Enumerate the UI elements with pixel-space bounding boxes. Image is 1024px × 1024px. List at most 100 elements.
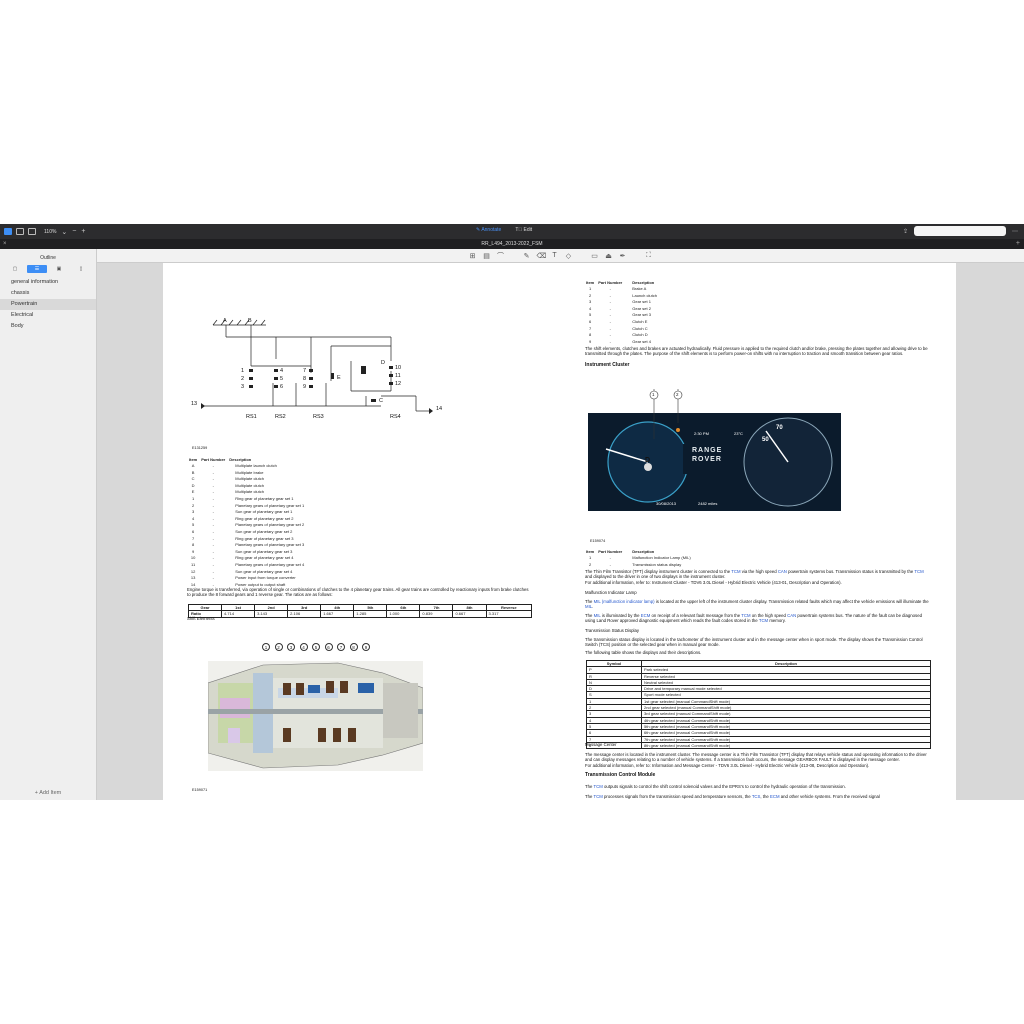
zoom-in-button[interactable]: + [81, 228, 85, 235]
table-cell: Clutch D [632, 332, 648, 338]
table-cell: - [212, 515, 214, 521]
table-cell: 8 [589, 332, 592, 338]
can-link[interactable]: CAN [778, 569, 787, 574]
sidebar-toggle-icon[interactable] [4, 228, 12, 235]
brand-line-2: ROVER [692, 456, 722, 463]
table-cell: 2 [589, 292, 592, 298]
table-cell: 2 [192, 502, 195, 508]
table-cell: - [609, 299, 611, 305]
mil-link[interactable]: MIL (malfunction indicator lamp) [594, 599, 655, 604]
table-row: 3 - Sun gear of planetary gear set 1 [187, 509, 306, 516]
callout-marker: 3 [287, 643, 295, 651]
table-row: 7 - Clutch C [584, 326, 659, 333]
tsd-paragraph: The transmission status display is locat… [585, 637, 923, 648]
table-cell: 13 [190, 575, 196, 581]
grid-view-icon[interactable] [16, 228, 24, 235]
thumbnails-tab-icon[interactable]: ▢ [5, 265, 25, 273]
table-cell: 0.667 [452, 610, 487, 618]
message-center-heading: Message Center [585, 742, 617, 747]
outline-item-powertrain[interactable]: Powertrain [0, 299, 96, 310]
callout-marker: 8 [349, 643, 358, 651]
outline-item-chassis[interactable]: chassis [0, 288, 96, 299]
brand-line-1: RANGE [692, 447, 723, 454]
table-row: 12 - Sun gear of planetary gear set 4 [187, 569, 306, 576]
tcm-link[interactable]: TCM [731, 569, 740, 574]
table-cell: 6 [192, 528, 195, 534]
speed-label-70: 70 [776, 425, 783, 431]
diagram-label-rs3: RS3 [313, 414, 324, 420]
ratio-table: Gear 1st 2nd 3rd 4th 5th 6th 7th 8th Reverse Rati… [187, 603, 533, 618]
can-link[interactable]: CAN [787, 613, 796, 618]
outline-item-general-information[interactable]: general information [0, 277, 96, 288]
table-row: 2 - Launch clutch [584, 293, 659, 300]
tcm-link[interactable]: TCM [594, 784, 603, 789]
annotate-tab[interactable]: ✎ Annotate [476, 227, 501, 233]
more-icon[interactable]: ⋯ [1012, 228, 1018, 235]
gear-indicator: D [645, 457, 651, 464]
shapes-icon[interactable]: ◇ [565, 252, 573, 260]
signature-icon[interactable]: ✒ [619, 252, 627, 260]
table-cell: 11 [191, 561, 196, 567]
table-row: 11 - Planetary gears of planetary gear set… [187, 562, 306, 569]
zoom-level[interactable]: 110% [44, 229, 56, 235]
close-icon[interactable]: × [3, 239, 7, 249]
table-cell: 4.714 [221, 610, 256, 618]
table-row: 8 - Planetary gears of planetary gear set … [187, 542, 306, 549]
bookmark-tab-icon[interactable]: ▣ [49, 265, 69, 273]
search-input[interactable] [914, 226, 1006, 236]
add-item-button[interactable]: + Add Item [0, 790, 96, 796]
callout-marker: 2 [274, 643, 283, 651]
table-cell: - [609, 318, 611, 324]
annotations-tab-icon[interactable]: ▯ [71, 265, 91, 273]
table-cell: 1.000 [386, 610, 421, 618]
eraser-icon[interactable]: ⌫ [537, 252, 547, 260]
page-view-icon[interactable] [28, 228, 36, 235]
table-cell: - [609, 555, 611, 560]
table-cell: A [191, 463, 195, 468]
text-recognition-icon[interactable]: ⊞ [469, 252, 477, 260]
new-tab-button[interactable]: + [1016, 239, 1020, 249]
outline-item-electrical[interactable]: Electrical [0, 310, 96, 321]
edit-tab[interactable]: T⃒ Edit [515, 227, 532, 233]
underline-icon[interactable]: ⌒ [497, 251, 505, 261]
diagram-label-10: 10 [395, 365, 401, 371]
text-box-icon[interactable]: T [551, 252, 559, 259]
table-cell: - [609, 305, 611, 311]
outline-tab-icon[interactable]: ☰ [27, 265, 47, 273]
tft-paragraph: The Thin Film Transistor (TFT) display i… [585, 569, 924, 585]
table-row: D - Multiplate clutch [187, 483, 306, 490]
diagram-label-12: 12 [395, 381, 401, 387]
chevron-down-icon[interactable]: ⌄ [61, 228, 67, 236]
stamp-icon[interactable]: ⏏ [605, 252, 613, 260]
table-cell: 8 [192, 542, 195, 548]
table-cell: - [609, 338, 611, 344]
callout-marker: 9 [362, 643, 370, 651]
tcm-link[interactable]: TCM [914, 569, 923, 574]
shift-elements-paragraph: The shift elements, clutches and brakes … [585, 346, 928, 357]
document-area[interactable]: A B 1 2 3 4 5 6 7 8 9 10 11 12 13 14 C D… [97, 263, 1024, 800]
table-cell: - [212, 489, 214, 495]
cluster-table-body: Item Part Number Description 1- Malfunction … [584, 549, 693, 568]
zoom-out-button[interactable]: − [72, 228, 76, 235]
ecm-link[interactable]: ECM [641, 613, 651, 618]
mil-link[interactable]: MIL [594, 613, 601, 618]
table-cell: Multiplate clutch [235, 476, 264, 482]
tcm-link[interactable]: TCM [741, 613, 750, 618]
sidebar-tabs: ▢ ☰ ▣ ▯ [0, 265, 96, 273]
tcm-link[interactable]: TCM [759, 618, 768, 623]
comment-icon[interactable]: ▭ [591, 252, 599, 260]
table-cell: 3 [589, 299, 592, 305]
highlight-icon[interactable]: ▤ [483, 252, 491, 260]
table-cell: - [212, 575, 214, 581]
tsd-heading: Transmission Status Display [585, 628, 640, 633]
table-row: B - Multiplate brake [187, 470, 306, 477]
pencil-icon[interactable]: ✎ [523, 252, 531, 260]
crop-icon[interactable]: ⛶ [645, 252, 653, 260]
ecm-link[interactable]: ECM [770, 794, 780, 799]
tcm-link[interactable]: TCM [594, 794, 603, 799]
table-row: 9 - Gear set 4 [584, 339, 659, 346]
diagram-label-rs1: RS1 [246, 414, 257, 420]
outline-item-body[interactable]: Body [0, 321, 96, 332]
share-icon[interactable]: ⇪ [903, 228, 908, 235]
cluster-miles: 2482 miles [698, 501, 718, 506]
